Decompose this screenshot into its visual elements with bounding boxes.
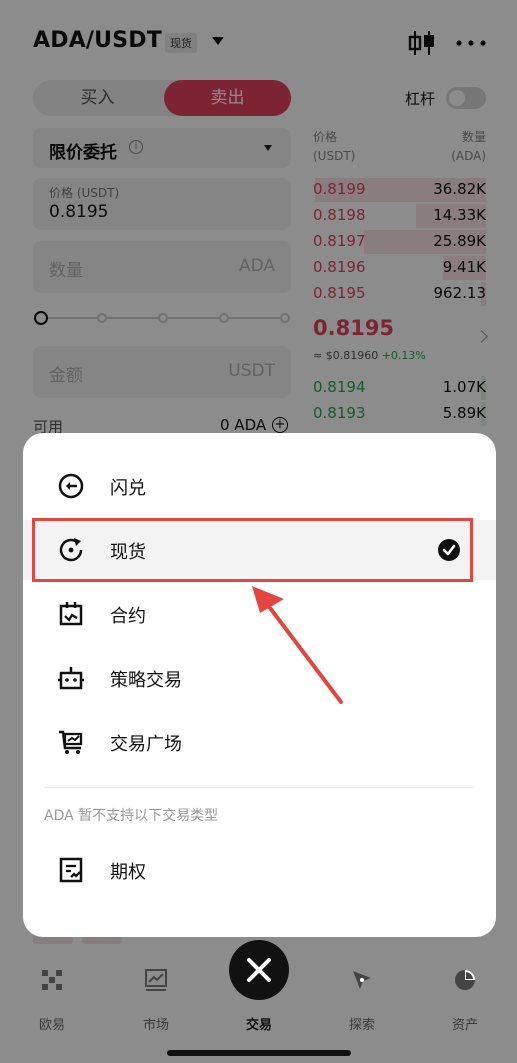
nav-item-assets[interactable]: 资产 [430, 968, 500, 1033]
sheet-divider [44, 787, 474, 788]
options-doc-icon [59, 857, 83, 883]
close-icon [247, 958, 271, 982]
menu-item-futures-calendar[interactable]: 合约 [23, 584, 496, 644]
menu-item-label: 闪兑 [110, 478, 146, 499]
nav-label: 市场 [142, 1018, 169, 1033]
menu-item-label: 期权 [110, 862, 146, 883]
cart-chart-icon [59, 730, 83, 754]
menu-item-label: 合约 [110, 606, 146, 627]
trade-close-button[interactable] [229, 940, 289, 1000]
nav-label: 资产 [451, 1018, 478, 1033]
menu-item-swap-circle[interactable]: 闪兑 [23, 456, 496, 516]
nav-label: 交易 [245, 1018, 272, 1033]
menu-item-label: 策略交易 [110, 670, 182, 691]
futures-calendar-icon [59, 602, 83, 626]
home-indicator [167, 1050, 351, 1056]
unsupported-note: ADA 暂不支持以下交易类型 [44, 808, 219, 824]
menu-item-label: 交易广场 [110, 734, 182, 755]
menu-item-robot[interactable]: 策略交易 [23, 648, 496, 708]
nav-item-okx[interactable]: 欧易 [17, 968, 87, 1033]
menu-item-options-doc[interactable]: 期权 [23, 840, 496, 900]
pie-chart-icon [455, 970, 475, 990]
nav-label: 欧易 [38, 1018, 65, 1033]
nav-item-market[interactable]: 市场 [121, 968, 191, 1033]
market-chart-icon [145, 969, 167, 991]
highlight-box [32, 518, 473, 582]
swap-circle-icon [58, 473, 84, 499]
okx-logo-icon [42, 970, 62, 990]
nav-item-explore[interactable]: 探索 [327, 968, 397, 1033]
robot-icon [58, 667, 84, 690]
nav-label: 探索 [348, 1018, 375, 1033]
compass-icon [353, 971, 371, 989]
menu-item-cart-chart[interactable]: 交易广场 [23, 712, 496, 772]
